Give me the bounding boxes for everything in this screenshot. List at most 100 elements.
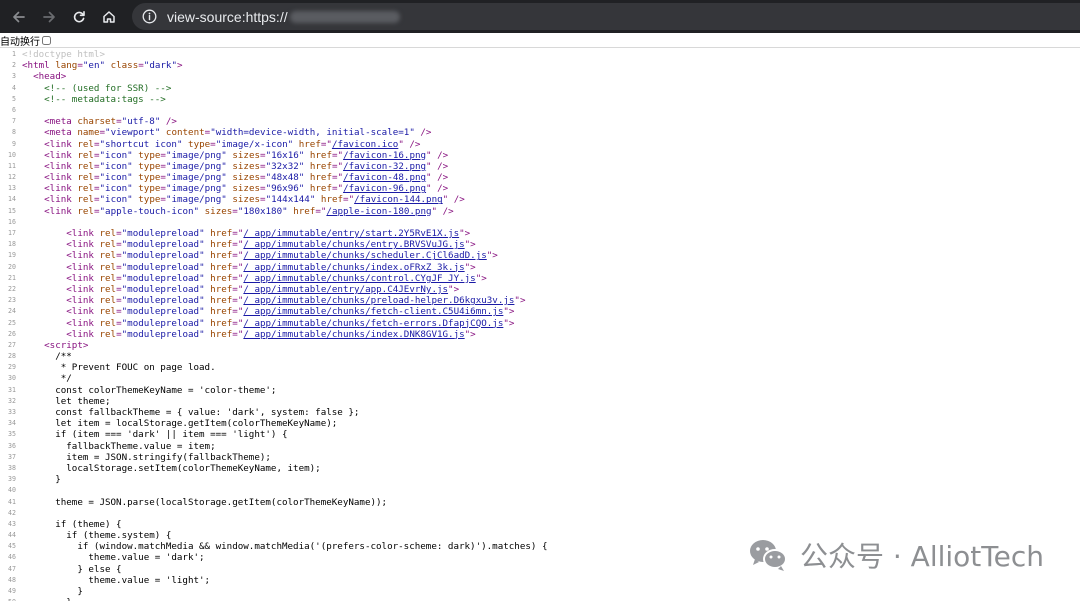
- source-link[interactable]: /_app/immutable/chunks/fetch-client.C5U4…: [243, 306, 503, 317]
- line-code: const fallbackTheme = { value: 'dark', s…: [22, 407, 359, 418]
- code-token: "48x48": [265, 172, 305, 184]
- line-number: 35: [8, 430, 16, 439]
- source-link[interactable]: /_app/immutable/chunks/index.oFRxZ_3k.js: [243, 262, 464, 273]
- code-token: href: [210, 328, 233, 340]
- line-code: */: [22, 373, 72, 384]
- code-token: lang: [55, 60, 78, 72]
- source-link[interactable]: /favicon-32.png: [343, 161, 426, 172]
- line-code: <meta name="viewport" content="width=dev…: [22, 127, 431, 138]
- source-line: 25 <link rel="modulepreload" href="/_app…: [0, 318, 1080, 329]
- line-number: 34: [8, 419, 16, 428]
- code-token: charset: [77, 116, 117, 128]
- source-link[interactable]: /_app/immutable/chunks/fetch-errors.Dfap…: [243, 318, 503, 329]
- code-token: if (theme.system) {: [22, 530, 172, 542]
- source-link[interactable]: /favicon-96.png: [343, 183, 426, 194]
- code-token: rel: [77, 172, 94, 184]
- line-wrap-checkbox[interactable]: [42, 35, 51, 45]
- address-bar[interactable]: view-source:https://: [132, 3, 1080, 30]
- line-number: 8: [12, 128, 16, 137]
- line-code: <link rel="modulepreload" href="/_app/im…: [22, 261, 475, 273]
- back-button[interactable]: [4, 2, 34, 32]
- code-token: href: [309, 160, 332, 172]
- code-token: href: [210, 250, 233, 262]
- code-token: href: [210, 295, 233, 307]
- source-line: 34 let item = localStorage.getItem(color…: [0, 418, 1080, 429]
- source-link[interactable]: /_app/immutable/entry/start.2Y5RvE1X.js: [243, 228, 459, 239]
- code-token: theme.value = 'light';: [22, 574, 211, 586]
- source-link[interactable]: /_app/immutable/chunks/preload-helper.D6…: [243, 295, 514, 306]
- line-number: 41: [8, 497, 16, 506]
- code-token: "image/png": [165, 172, 227, 184]
- line-code: <link rel="modulepreload" href="/_app/im…: [22, 328, 475, 340]
- code-token: rel: [99, 295, 117, 307]
- source-line: 1 <!doctype html>: [0, 49, 1080, 60]
- home-icon: [103, 10, 115, 23]
- source-link[interactable]: /_app/immutable/chunks/index.DNK8GV1G.js: [243, 329, 464, 340]
- source-link[interactable]: /apple-icon-180.png: [326, 206, 431, 217]
- source-link[interactable]: /favicon-16.png: [343, 150, 426, 161]
- line-number: 48: [8, 575, 16, 584]
- line-number: 17: [8, 229, 16, 237]
- line-code: <link rel="icon" type="image/png" sizes=…: [22, 194, 465, 205]
- line-code: <link rel="modulepreload" href="/_app/im…: [22, 250, 498, 261]
- code-token: "modulepreload": [121, 328, 205, 340]
- code-token: =": [232, 317, 244, 329]
- source-link[interactable]: /_app/immutable/chunks/scheduler.CjCl6ad…: [243, 250, 486, 261]
- code-token: rel: [77, 138, 94, 150]
- code-token: "width=device-width, initial-scale=1": [210, 127, 415, 139]
- code-token: sizes: [232, 172, 261, 184]
- line-number: 9: [12, 139, 16, 148]
- source-link[interactable]: /_app/immutable/chunks/entry.BRVSVuJG.js: [243, 239, 464, 250]
- line-number: 43: [8, 519, 16, 528]
- code-token: " />: [398, 138, 421, 150]
- line-number: 40: [8, 486, 16, 495]
- code-token: rel: [77, 194, 94, 206]
- source-link[interactable]: /_app/immutable/entry/app.C4JEvrNy.js: [243, 284, 448, 295]
- code-token: ">: [503, 317, 515, 329]
- source-line: 16: [0, 217, 1080, 228]
- line-number: 29: [8, 363, 16, 372]
- line-number: 2: [12, 61, 16, 70]
- code-token: <link: [66, 328, 100, 340]
- code-token: <link: [44, 172, 78, 184]
- line-wrap-label: 自动换行: [0, 36, 40, 48]
- code-token: theme = JSON.parse(localStorage.getItem(…: [22, 496, 388, 508]
- code-token: =": [315, 205, 327, 217]
- wechat-icon: [749, 540, 787, 571]
- code-token: <script>: [44, 339, 89, 351]
- source-link[interactable]: /favicon-144.png: [354, 194, 443, 205]
- code-token: */: [22, 373, 72, 385]
- line-number: 10: [8, 150, 16, 159]
- line-code: <!-- metadata:tags -->: [22, 94, 166, 105]
- home-button[interactable]: [94, 2, 124, 32]
- code-token: fallbackTheme.value = item;: [22, 440, 216, 452]
- code-token: "modulepreload": [121, 261, 205, 273]
- address-url: view-source:https://: [167, 8, 288, 25]
- source-line: 41 theme = JSON.parse(localStorage.getIt…: [0, 497, 1080, 508]
- source-line: 27 <script>: [0, 340, 1080, 351]
- source-link[interactable]: /_app/immutable/chunks/control.CYgJF_JY.…: [243, 273, 475, 284]
- code-token: href: [210, 306, 233, 318]
- forward-button[interactable]: [34, 2, 64, 32]
- source-link[interactable]: /favicon-48.png: [343, 172, 426, 183]
- code-token: rel: [77, 160, 94, 172]
- code-token: href: [210, 239, 233, 251]
- code-token: href: [309, 149, 332, 161]
- line-number: 21: [8, 273, 16, 282]
- code-token: rel: [77, 183, 94, 195]
- reload-button[interactable]: [64, 2, 94, 32]
- code-token: href: [293, 205, 316, 217]
- code-token: />: [414, 127, 432, 139]
- code-token: " />: [426, 172, 449, 184]
- arrow-left-icon: [13, 11, 25, 22]
- source-link[interactable]: /favicon.ico: [332, 139, 398, 150]
- code-token: =": [331, 149, 344, 161]
- code-token: "modulepreload": [121, 250, 205, 262]
